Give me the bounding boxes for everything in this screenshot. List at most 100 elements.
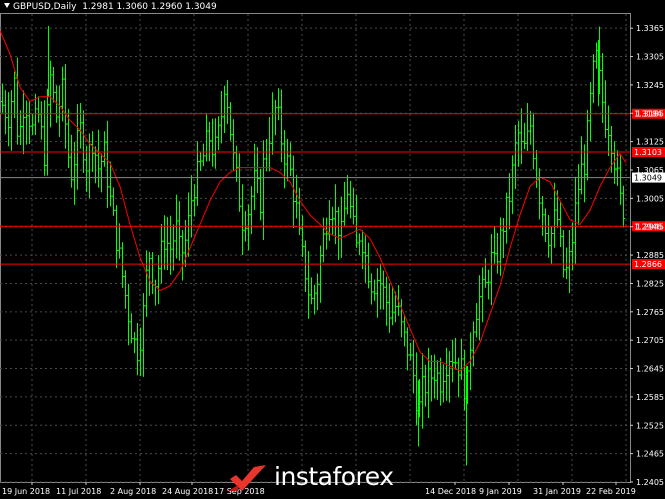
- ohlc-bar: [43, 100, 46, 176]
- ohlc-bar: [220, 90, 223, 144]
- chart-window[interactable]: 1.3184 1.3103 1.2946 1.2866 1.3049 1.3365 1.3…: [0, 0, 665, 499]
- ohlc-bar: [196, 141, 199, 207]
- ohlc-bar: [226, 80, 229, 125]
- ohlc-bar: [535, 150, 538, 188]
- ohlc-bar: [28, 101, 31, 144]
- ohlc-bars: [1, 25, 625, 466]
- ohlc-bar: [472, 321, 475, 367]
- ohlc-bar: [532, 112, 535, 170]
- ohlc-bar: [19, 110, 22, 146]
- watermark: instaforex: [226, 460, 426, 496]
- symbol-header: GBPUSD,Daily 1.2981 1.3060 1.2960 1.3049: [4, 2, 217, 12]
- ohlc-bar: [232, 119, 235, 171]
- ohlc-bar: [562, 230, 565, 278]
- price-tick-label: 1.2525: [636, 421, 664, 430]
- price-tick-label: 1.3125: [636, 138, 664, 147]
- ohlc-bar: [409, 342, 412, 361]
- ohlc-bar: [526, 102, 529, 151]
- price-tick-label: 1.2465: [636, 450, 664, 459]
- price-tick-label: 1.3245: [636, 81, 664, 90]
- ohlc-values: 1.2981 1.3060 1.2960 1.3049: [82, 2, 217, 12]
- price-tick-label: 1.2405: [636, 478, 664, 487]
- instaforex-logo-icon: [228, 465, 266, 491]
- ohlc-bar: [550, 226, 553, 265]
- ohlc-bar: [331, 206, 334, 235]
- ohlc-bar: [127, 283, 130, 346]
- ohlc-bar: [406, 327, 409, 371]
- ohlc-bar: [283, 129, 286, 189]
- ohlc-bar: [148, 251, 151, 296]
- ohlc-bar: [490, 233, 493, 306]
- ohlc-bar: [241, 184, 244, 256]
- ohlc-bar: [604, 80, 607, 138]
- collapse-triangle-icon[interactable]: [4, 3, 10, 8]
- price-tick-label: 1.2585: [636, 393, 664, 402]
- ohlc-bar: [529, 110, 532, 145]
- price-tick-label: 1.2825: [636, 279, 664, 288]
- ohlc-bar: [541, 195, 544, 236]
- ohlc-bar: [193, 184, 196, 217]
- ohlc-bar: [352, 187, 355, 225]
- price-tick-label: 1.2885: [636, 251, 664, 260]
- time-tick-label: 24 Aug 2018: [162, 487, 213, 496]
- ohlc-bar: [211, 118, 214, 167]
- ohlc-bar: [265, 138, 268, 172]
- ohlc-bar: [253, 143, 256, 210]
- ohlc-bar: [457, 357, 460, 398]
- ohlc-bar: [100, 153, 103, 193]
- ohlc-bar: [355, 194, 358, 248]
- ohlc-bar: [58, 85, 61, 138]
- time-tick-label: 22 Feb 2019: [586, 487, 636, 496]
- ohlc-bar: [115, 205, 118, 268]
- ohlc-bar: [157, 254, 160, 305]
- price-tick-label: 1.3365: [636, 24, 664, 33]
- ohlc-bar: [346, 175, 349, 215]
- ohlc-bar: [622, 185, 625, 228]
- ohlc-bar: [46, 88, 49, 176]
- ohlc-bar: [325, 217, 328, 250]
- time-tick-label: 9 Jan 2019: [479, 487, 522, 496]
- ohlc-bar: [112, 187, 115, 216]
- ohlc-bar: [52, 66, 55, 103]
- ohlc-bar: [133, 331, 136, 354]
- ohlc-bar: [292, 155, 295, 228]
- ohlc-bar: [103, 131, 106, 167]
- ohlc-bar: [442, 364, 445, 403]
- ohlc-bar: [1, 83, 4, 113]
- ohlc-bar: [187, 192, 190, 257]
- ohlc-bar: [259, 168, 262, 221]
- ohlc-bar: [289, 142, 292, 177]
- ohlc-bar: [358, 233, 361, 256]
- ohlc-bar: [559, 202, 562, 247]
- ohlc-bar: [595, 42, 598, 69]
- horizontal-levels[interactable]: 1.31841.31031.29461.28661.3049: [0, 108, 665, 270]
- ohlc-bar: [511, 155, 514, 215]
- time-tick-label: 31 Jan 2019: [533, 487, 581, 496]
- ohlc-bar: [439, 357, 442, 406]
- ohlc-bar: [13, 71, 16, 119]
- ohlc-bar: [73, 141, 76, 205]
- ohlc-bar: [520, 108, 523, 165]
- ohlc-bar: [190, 175, 193, 238]
- level-label: 1.2866: [634, 260, 662, 269]
- ohlc-bar: [274, 99, 277, 136]
- ohlc-bar: [577, 164, 580, 225]
- ohlc-bar: [163, 215, 166, 270]
- ohlc-bar: [298, 187, 301, 235]
- ohlc-bar: [421, 352, 424, 429]
- price-tick-label: 1.2705: [636, 336, 664, 345]
- ohlc-bar: [382, 270, 385, 310]
- ohlc-bar: [328, 200, 331, 241]
- price-tick-label: 1.3065: [636, 166, 664, 175]
- ohlc-bar: [436, 360, 439, 400]
- ohlc-bar: [70, 134, 73, 188]
- price-axis[interactable]: 1.3365 1.3305 1.3245 1.3185 1.3125 1.3065 1.30…: [630, 24, 664, 487]
- ohlc-bar: [514, 125, 517, 189]
- ohlc-bar: [151, 251, 154, 295]
- ohlc-bar: [370, 273, 373, 305]
- ohlc-bar: [508, 173, 511, 230]
- ohlc-bar: [136, 323, 139, 376]
- price-chart[interactable]: 1.31841.31031.29461.28661.3049 1.3365 1.3…: [0, 0, 665, 499]
- ohlc-bar: [64, 63, 67, 149]
- ohlc-bar: [22, 90, 25, 155]
